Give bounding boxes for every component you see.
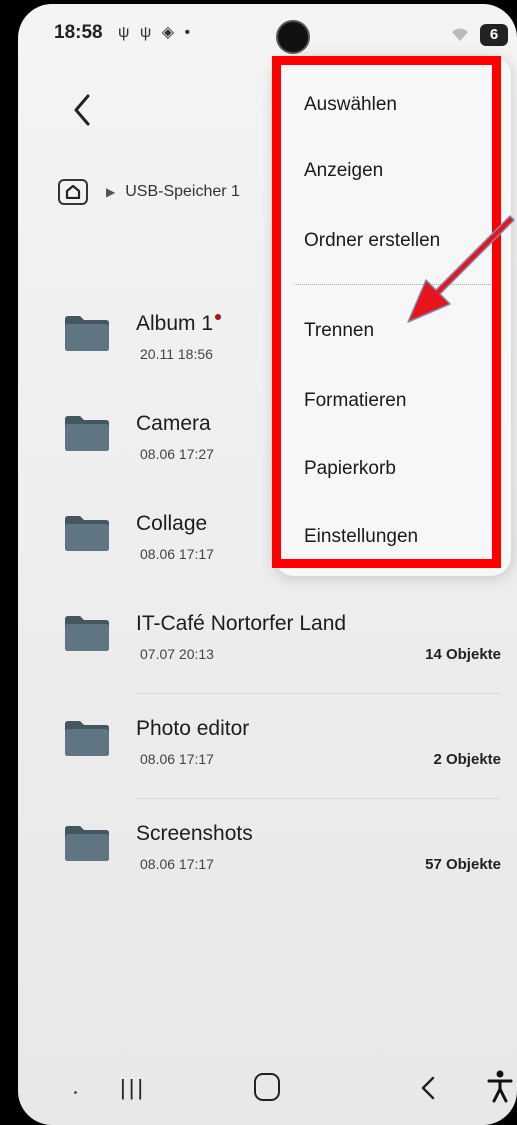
accessibility-icon[interactable] (486, 1069, 514, 1103)
folder-item-count: 14 Objekte (425, 646, 501, 663)
wifi-icon (452, 28, 468, 41)
folder-name: IT-Café Nortorfer Land (136, 612, 347, 635)
folder-item-count: 57 Objekte (425, 856, 501, 873)
home-button[interactable] (254, 1073, 280, 1101)
status-time: 18:58 (54, 22, 103, 43)
folder-name: Photo editor (136, 717, 250, 740)
folder-icon (65, 516, 109, 551)
folder-icon (65, 416, 109, 451)
folder-icon (65, 826, 109, 861)
back-button[interactable] (68, 90, 98, 130)
nav-back-button[interactable] (418, 1073, 438, 1103)
folder-date: 08.06 17:17 (140, 751, 214, 767)
folder-date: 08.06 17:17 (140, 856, 214, 872)
front-camera (276, 20, 310, 54)
folder-date: 08.06 17:17 (140, 546, 214, 562)
folder-name: Collage (136, 512, 208, 535)
folder-name: Album 1 (136, 312, 222, 336)
folder-name: Camera (136, 412, 211, 435)
folder-name: Screenshots (136, 822, 253, 845)
breadcrumb-arrow-icon: ▶ (106, 185, 116, 199)
folder-item-count: 2 Objekte (433, 751, 501, 768)
folder-row[interactable]: Screenshots 08.06 17:17 57 Objekte (18, 804, 517, 904)
battery-icon: 6 (480, 24, 508, 46)
home-folder-icon[interactable] (58, 179, 88, 205)
nav-dot-icon (74, 1091, 77, 1094)
folder-icon (65, 316, 109, 351)
navigation-bar: ||| (18, 1055, 517, 1125)
new-item-dot (215, 314, 222, 320)
folder-date: 08.06 17:27 (140, 446, 214, 462)
recents-button[interactable]: ||| (120, 1075, 146, 1101)
breadcrumb-usb-storage[interactable]: USB-Speicher 1 (125, 183, 240, 201)
folder-date: 07.07 20:13 (140, 646, 214, 662)
folder-date: 20.11 18:56 (140, 346, 213, 362)
folder-row[interactable]: IT-Café Nortorfer Land 07.07 20:13 14 Ob… (18, 594, 517, 694)
notification-icons: ψ ψ ◈ • (118, 24, 194, 41)
folder-icon (65, 721, 109, 756)
folder-icon (65, 616, 109, 651)
breadcrumb: ▶ USB-Speicher 1 (58, 174, 240, 210)
folder-row[interactable]: Photo editor 08.06 17:17 2 Objekte (18, 699, 517, 799)
row-divider (136, 798, 501, 799)
red-arrow-icon (407, 215, 515, 323)
status-bar: 18:58 ψ ψ ◈ • 6 (18, 4, 517, 64)
row-divider (136, 693, 501, 694)
